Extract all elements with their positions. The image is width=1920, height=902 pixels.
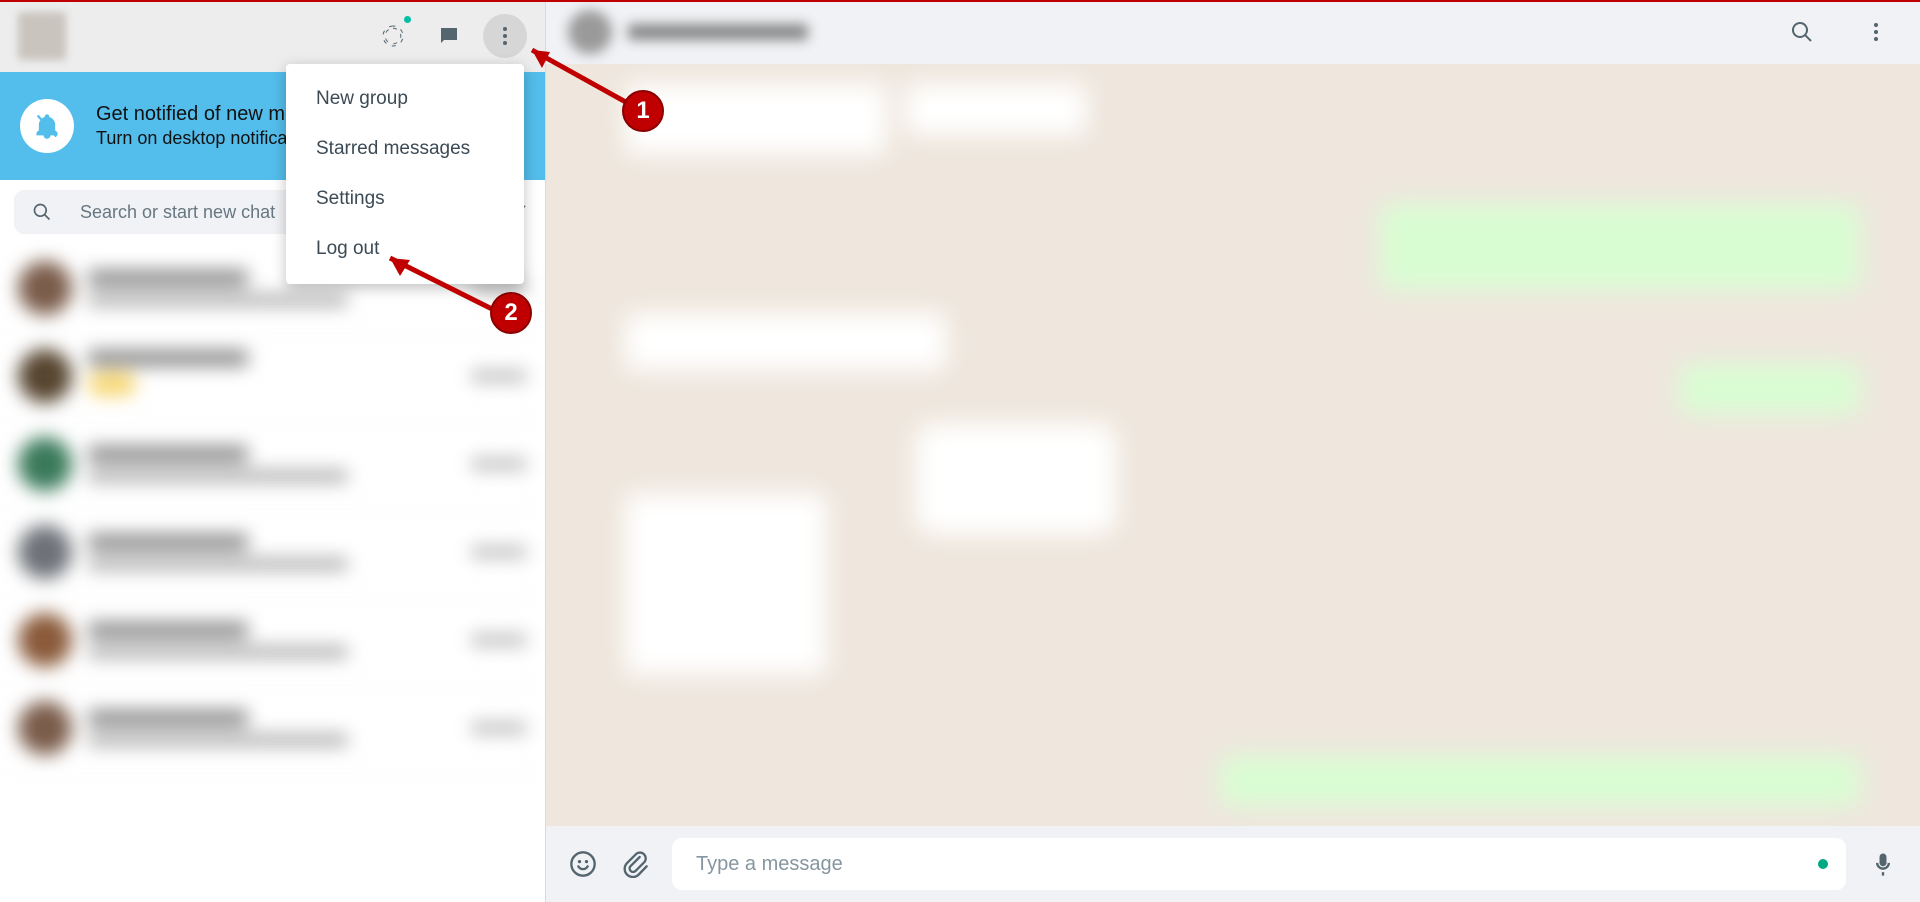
- annotation-top-border: [0, 0, 1920, 2]
- app-root: Get notified of new messages Turn on des…: [0, 0, 1920, 902]
- left-sidebar: Get notified of new messages Turn on des…: [0, 0, 546, 902]
- chat-avatar: [18, 525, 72, 579]
- message-input-placeholder: Type a message: [696, 853, 843, 876]
- my-avatar[interactable]: [18, 12, 66, 60]
- conversation-avatar[interactable]: [568, 10, 612, 54]
- sidebar-header: [0, 0, 545, 72]
- more-options-menu: New group Starred messages Settings Log …: [286, 64, 524, 284]
- messages-area-blurred[interactable]: [546, 64, 1920, 826]
- chat-more-button[interactable]: [1854, 10, 1898, 54]
- menu-new-group[interactable]: New group: [286, 74, 524, 124]
- microphone-icon: [1869, 850, 1897, 878]
- chat-pane: Type a message: [546, 0, 1920, 902]
- notification-bell-wrap: [20, 99, 74, 153]
- chat-avatar: [18, 261, 72, 315]
- chat-list-item[interactable]: [0, 420, 545, 508]
- attach-button[interactable]: [620, 849, 650, 879]
- chat-header: [546, 0, 1920, 64]
- more-options-button[interactable]: [483, 14, 527, 58]
- menu-settings[interactable]: Settings: [286, 174, 524, 224]
- emoji-button[interactable]: [568, 849, 598, 879]
- chat-list-blurred: [0, 244, 545, 902]
- paperclip-icon: [621, 850, 649, 878]
- kebab-menu-icon: [1864, 20, 1888, 44]
- message-composer: Type a message: [546, 826, 1920, 902]
- bell-off-icon: [33, 112, 61, 140]
- menu-log-out[interactable]: Log out: [286, 224, 524, 274]
- message-input[interactable]: Type a message: [672, 838, 1846, 890]
- voice-record-button[interactable]: [1868, 849, 1898, 879]
- chat-search-button[interactable]: [1780, 10, 1824, 54]
- conversation-title-blurred[interactable]: [628, 24, 808, 40]
- status-ring-icon: [381, 24, 405, 48]
- chat-list-item[interactable]: [0, 508, 545, 596]
- chat-avatar: [18, 701, 72, 755]
- menu-starred-messages[interactable]: Starred messages: [286, 124, 524, 174]
- kebab-menu-icon: [493, 24, 517, 48]
- status-button[interactable]: [371, 14, 415, 58]
- chat-header-actions: [1780, 10, 1898, 54]
- chat-list-item[interactable]: [0, 332, 545, 420]
- search-icon: [32, 202, 52, 222]
- sidebar-header-actions: [371, 14, 527, 58]
- typing-indicator-dot: [1818, 859, 1828, 869]
- emoji-icon: [569, 850, 597, 878]
- chat-avatar: [18, 437, 72, 491]
- new-chat-button[interactable]: [427, 14, 471, 58]
- chat-avatar: [18, 613, 72, 667]
- search-icon: [1790, 20, 1814, 44]
- chat-bubble-icon: [437, 24, 461, 48]
- search-placeholder: Search or start new chat: [80, 202, 275, 223]
- chat-list-item[interactable]: [0, 684, 545, 772]
- chat-list-item[interactable]: [0, 596, 545, 684]
- chat-avatar: [18, 349, 72, 403]
